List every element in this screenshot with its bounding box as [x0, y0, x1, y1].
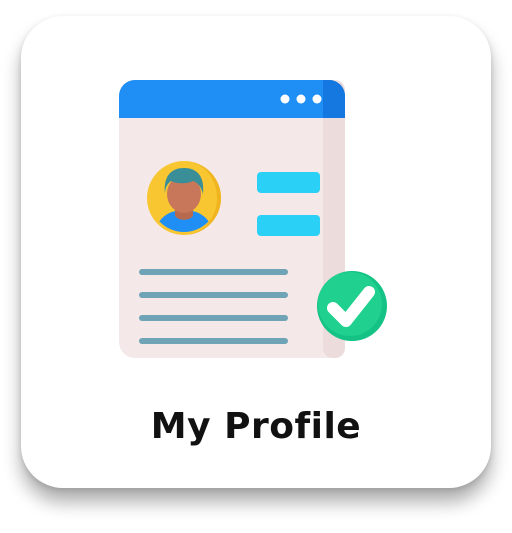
checkmark-badge-icon [317, 271, 387, 341]
window-dot-icon [280, 94, 290, 104]
profile-document-verified-icon [119, 80, 387, 358]
field-bar-icon [257, 215, 320, 236]
tile-label: My Profile [150, 406, 362, 447]
field-bar-icon [257, 172, 320, 193]
my-profile-tile[interactable]: My Profile [21, 16, 491, 488]
window-dot-icon [296, 94, 306, 104]
window-dot-icon [312, 94, 322, 104]
